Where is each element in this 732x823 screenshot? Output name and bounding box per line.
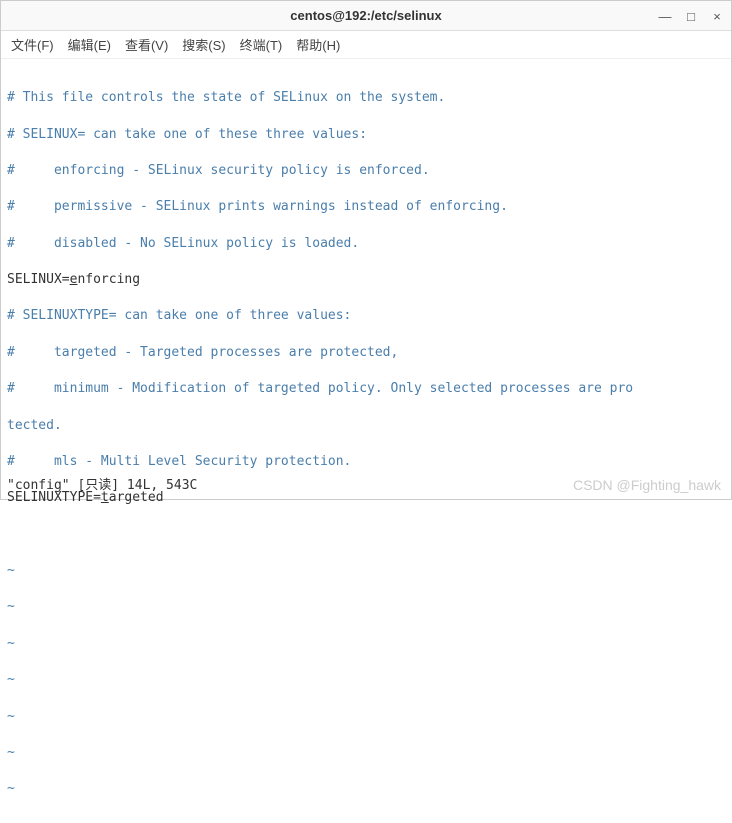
maximize-button[interactable]: □ bbox=[683, 8, 699, 24]
menu-file[interactable]: 文件(F) bbox=[11, 35, 54, 54]
empty-line: ~ bbox=[7, 562, 725, 580]
comment-line: # enforcing - SELinux security policy is… bbox=[7, 163, 430, 178]
minimize-button[interactable]: — bbox=[657, 8, 673, 24]
comment-line: # This file controls the state of SELinu… bbox=[7, 90, 445, 105]
config-value: nforcing bbox=[77, 272, 140, 287]
file-line: # disabled - No SELinux policy is loaded… bbox=[7, 235, 725, 253]
file-line: tected. bbox=[7, 417, 725, 435]
file-line: # targeted - Targeted processes are prot… bbox=[7, 344, 725, 362]
terminal-content[interactable]: # This file controls the state of SELinu… bbox=[1, 59, 731, 823]
menu-search[interactable]: 搜索(S) bbox=[182, 35, 225, 54]
comment-line: # disabled - No SELinux policy is loaded… bbox=[7, 236, 359, 251]
titlebar: centos@192:/etc/selinux — □ × bbox=[1, 1, 731, 31]
file-line: # minimum - Modification of targeted pol… bbox=[7, 380, 725, 398]
file-line bbox=[7, 526, 725, 544]
window-controls: — □ × bbox=[657, 1, 725, 31]
comment-line: tected. bbox=[7, 418, 62, 433]
file-line: # permissive - SELinux prints warnings i… bbox=[7, 198, 725, 216]
menu-view[interactable]: 查看(V) bbox=[125, 35, 168, 54]
config-key: SELINUX= bbox=[7, 272, 70, 287]
comment-line: # SELINUX= can take one of these three v… bbox=[7, 127, 367, 142]
tilde-marker: ~ bbox=[7, 636, 15, 651]
file-line: # This file controls the state of SELinu… bbox=[7, 89, 725, 107]
file-line: # SELINUX= can take one of these three v… bbox=[7, 126, 725, 144]
empty-line: ~ bbox=[7, 635, 725, 653]
tilde-marker: ~ bbox=[7, 599, 15, 614]
vim-status-line: "config" [只读] 14L, 543C bbox=[7, 474, 197, 493]
tilde-marker: ~ bbox=[7, 563, 15, 578]
empty-line: ~ bbox=[7, 780, 725, 798]
comment-line: # minimum - Modification of targeted pol… bbox=[7, 381, 633, 396]
file-line: SELINUX=enforcing bbox=[7, 271, 725, 289]
empty-line: ~ bbox=[7, 708, 725, 726]
file-line: # mls - Multi Level Security protection. bbox=[7, 453, 725, 471]
tilde-marker: ~ bbox=[7, 709, 15, 724]
comment-line: # SELINUXTYPE= can take one of three val… bbox=[7, 308, 351, 323]
empty-line: ~ bbox=[7, 671, 725, 689]
window-title: centos@192:/etc/selinux bbox=[290, 8, 441, 23]
empty-line: ~ bbox=[7, 744, 725, 762]
close-button[interactable]: × bbox=[709, 8, 725, 24]
comment-line: # permissive - SELinux prints warnings i… bbox=[7, 199, 508, 214]
tilde-marker: ~ bbox=[7, 745, 15, 760]
tilde-marker: ~ bbox=[7, 781, 15, 796]
file-line: # SELINUXTYPE= can take one of three val… bbox=[7, 307, 725, 325]
file-line: # enforcing - SELinux security policy is… bbox=[7, 162, 725, 180]
menu-help[interactable]: 帮助(H) bbox=[296, 35, 340, 54]
menu-terminal[interactable]: 终端(T) bbox=[240, 35, 283, 54]
comment-line: # targeted - Targeted processes are prot… bbox=[7, 345, 398, 360]
menu-edit[interactable]: 编辑(E) bbox=[68, 35, 111, 54]
menubar: 文件(F) 编辑(E) 查看(V) 搜索(S) 终端(T) 帮助(H) bbox=[1, 31, 731, 59]
tilde-marker: ~ bbox=[7, 672, 15, 687]
empty-line: ~ bbox=[7, 598, 725, 616]
watermark: CSDN @Fighting_hawk bbox=[573, 477, 721, 493]
comment-line: # mls - Multi Level Security protection. bbox=[7, 454, 351, 469]
